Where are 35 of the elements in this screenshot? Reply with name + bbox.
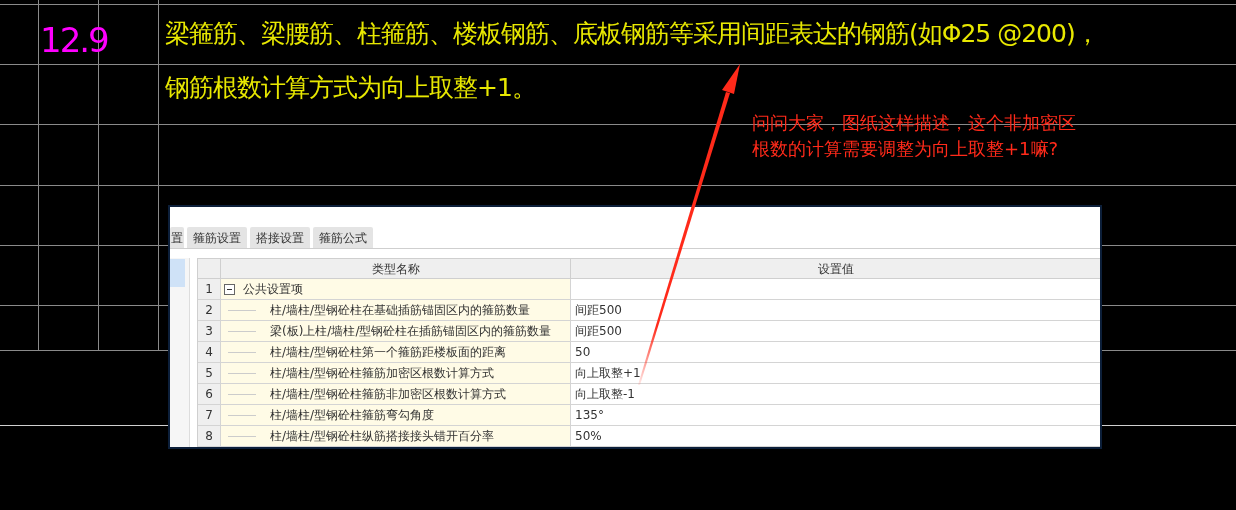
collapse-icon[interactable] [224,283,235,295]
setting-name: 柱/墙柱/型钢砼柱纵筋搭接接头错开百分率 [270,428,495,445]
row-number: 4 [198,342,221,362]
setting-name: 柱/墙柱/型钢砼柱箍筋弯勾角度 [270,407,435,424]
tab[interactable]: 箍筋公式 [313,227,373,248]
annotation-text: 根数的计算需要调整为向上取整+1嘛? [752,137,1060,161]
setting-value: 135° [575,407,604,424]
annotation-text: 问问大家，图纸这样描述，这个非加密区 [752,111,1076,135]
drawing-note: 梁箍筋、梁腰筋、柱箍筋、楼板钢筋、底板钢筋等采用间距表达的钢筋(如Φ25 @200)， [165,18,1099,50]
setting-name: 柱/墙柱/型钢砼柱在基础插筋锚固区内的箍筋数量 [270,302,531,319]
row-number: 6 [198,384,221,404]
row-number: 1 [198,279,221,299]
tab[interactable]: 箍筋设置 [187,227,247,248]
group-name: 公共设置项 [243,281,303,298]
row-number: 2 [198,300,221,320]
setting-value: 向上取整+1 [575,365,641,382]
row-number: 3 [198,321,221,341]
setting-name: 柱/墙柱/型钢砼柱第一个箍筋距楼板面的距离 [270,344,507,361]
setting-value: 50% [575,428,602,445]
setting-value: 间距500 [575,323,622,340]
setting-name: 柱/墙柱/型钢砼柱箍筋非加密区根数计算方式 [270,386,507,403]
row-number: 8 [198,426,221,446]
setting-value: 50 [575,344,591,361]
clause-number: 12.9 [40,20,108,60]
column-header: 设置值 [816,260,855,278]
row-number: 7 [198,405,221,425]
setting-value: 间距500 [575,302,622,319]
setting-name: 柱/墙柱/型钢砼柱箍筋加密区根数计算方式 [270,365,495,382]
column-header: 类型名称 [221,259,571,278]
setting-name: 梁(板)上柱/墙柱/型钢砼柱在插筋锚固区内的箍筋数量 [270,323,552,340]
drawing-note: 钢筋根数计算方式为向上取整+1。 [165,72,537,104]
tab[interactable]: 置 [170,227,184,248]
row-number: 5 [198,363,221,383]
setting-value: 向上取整-1 [575,386,635,403]
tab[interactable]: 搭接设置 [250,227,310,248]
